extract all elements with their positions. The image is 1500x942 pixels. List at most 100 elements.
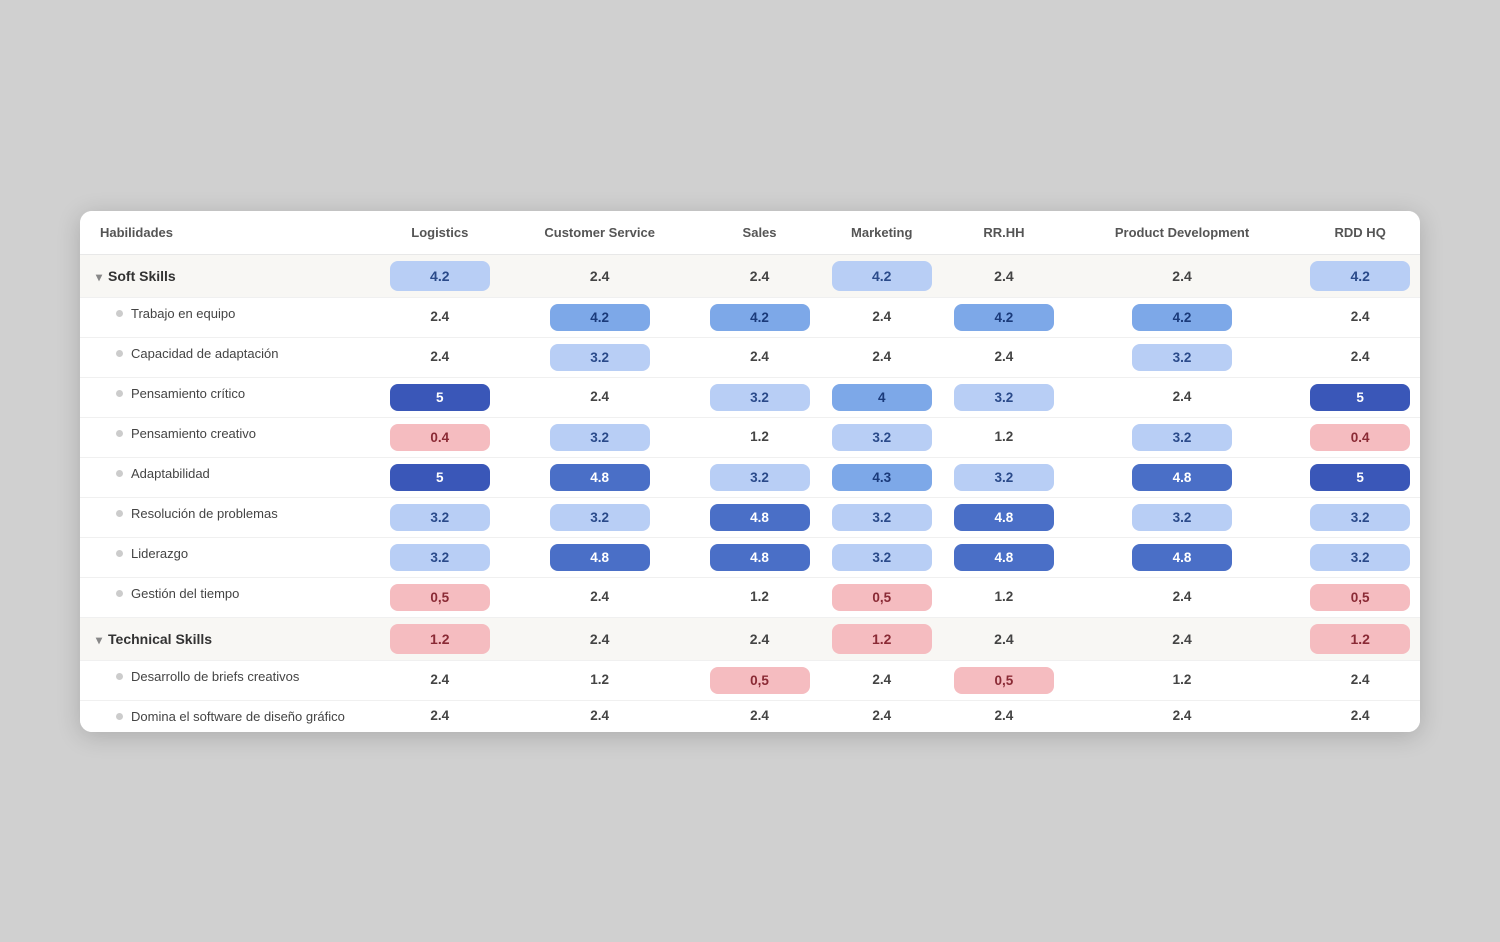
cell-value: 3.2 <box>1064 497 1301 537</box>
cell-value: 2.4 <box>944 700 1064 732</box>
table-row: Pensamiento creativo0.43.21.23.21.23.20.… <box>80 417 1420 457</box>
cell-value: 3.2 <box>819 537 944 577</box>
cell-value: 2.4 <box>944 337 1064 377</box>
bullet-icon <box>116 390 123 397</box>
cell-value: 2.4 <box>380 700 500 732</box>
cell-value: 2.4 <box>1064 700 1301 732</box>
table-row: Capacidad de adaptación2.43.22.42.42.43.… <box>80 337 1420 377</box>
row-label-text: Trabajo en equipo <box>131 306 235 321</box>
cell-value: 1.2 <box>944 577 1064 617</box>
col-customer-service: Customer Service <box>500 211 700 255</box>
cell-value: 2.4 <box>1300 297 1420 337</box>
cell-value: 5 <box>1300 457 1420 497</box>
cell-value: 4.8 <box>944 497 1064 537</box>
bullet-icon <box>116 470 123 477</box>
group-cell: 2.4 <box>944 617 1064 660</box>
group-label: ▾Soft Skills <box>80 254 380 297</box>
cell-value: 2.4 <box>1064 577 1301 617</box>
cell-value: 3.2 <box>1064 337 1301 377</box>
cell-value: 3.2 <box>1064 417 1301 457</box>
cell-value: 2.4 <box>819 700 944 732</box>
cell-value: 1.2 <box>700 577 820 617</box>
row-label-text: Desarrollo de briefs creativos <box>131 669 299 684</box>
group-cell: 2.4 <box>1064 617 1301 660</box>
main-card: Habilidades Logistics Customer Service S… <box>80 211 1420 732</box>
col-product-dev: Product Development <box>1064 211 1301 255</box>
cell-value: 1.2 <box>944 417 1064 457</box>
cell-value: 4.2 <box>944 297 1064 337</box>
cell-value: 3.2 <box>944 457 1064 497</box>
table-row: Resolución de problemas3.23.24.83.24.83.… <box>80 497 1420 537</box>
cell-value: 3.2 <box>380 497 500 537</box>
cell-value: 2.4 <box>819 297 944 337</box>
cell-value: 2.4 <box>500 577 700 617</box>
bullet-icon <box>116 590 123 597</box>
col-marketing: Marketing <box>819 211 944 255</box>
row-label: Capacidad de adaptación <box>80 338 380 369</box>
group-header-row: ▾Soft Skills4.22.42.44.22.42.44.2 <box>80 254 1420 297</box>
cell-value: 3.2 <box>819 497 944 537</box>
cell-value: 1.2 <box>1064 660 1301 700</box>
group-header-row: ▾Technical Skills1.22.42.41.22.42.41.2 <box>80 617 1420 660</box>
cell-value: 3.2 <box>819 417 944 457</box>
row-label-text: Resolución de problemas <box>131 506 278 521</box>
group-cell: 1.2 <box>380 617 500 660</box>
skills-table: Habilidades Logistics Customer Service S… <box>80 211 1420 732</box>
group-cell: 1.2 <box>819 617 944 660</box>
cell-value: 4 <box>819 377 944 417</box>
row-label: Resolución de problemas <box>80 498 380 529</box>
cell-value: 2.4 <box>500 700 700 732</box>
cell-value: 3.2 <box>700 377 820 417</box>
cell-value: 3.2 <box>1300 537 1420 577</box>
chevron-icon: ▾ <box>96 270 102 284</box>
cell-value: 5 <box>1300 377 1420 417</box>
cell-value: 4.8 <box>700 537 820 577</box>
group-cell: 2.4 <box>500 617 700 660</box>
table-row: Liderazgo3.24.84.83.24.84.83.2 <box>80 537 1420 577</box>
cell-value: 4.8 <box>1064 537 1301 577</box>
cell-value: 0,5 <box>819 577 944 617</box>
bullet-icon <box>116 350 123 357</box>
cell-value: 0,5 <box>944 660 1064 700</box>
cell-value: 2.4 <box>1064 377 1301 417</box>
cell-value: 2.4 <box>380 337 500 377</box>
cell-value: 2.4 <box>1300 700 1420 732</box>
cell-value: 3.2 <box>700 457 820 497</box>
cell-value: 1.2 <box>500 660 700 700</box>
row-label-text: Pensamiento crítico <box>131 386 245 401</box>
cell-value: 5 <box>380 457 500 497</box>
row-label-text: Adaptabilidad <box>131 466 210 481</box>
cell-value: 4.8 <box>500 457 700 497</box>
cell-value: 4.2 <box>700 297 820 337</box>
group-cell: 2.4 <box>944 254 1064 297</box>
row-label-text: Liderazgo <box>131 546 188 561</box>
table-row: Desarrollo de briefs creativos2.41.20,52… <box>80 660 1420 700</box>
bullet-icon <box>116 550 123 557</box>
col-habilidades: Habilidades <box>80 211 380 255</box>
cell-value: 4.3 <box>819 457 944 497</box>
cell-value: 0,5 <box>380 577 500 617</box>
cell-value: 0,5 <box>700 660 820 700</box>
row-label: Domina el software de diseño gráfico <box>80 701 380 732</box>
group-cell: 4.2 <box>380 254 500 297</box>
cell-value: 2.4 <box>380 660 500 700</box>
group-cell: 2.4 <box>1064 254 1301 297</box>
group-cell: 4.2 <box>819 254 944 297</box>
cell-value: 3.2 <box>380 537 500 577</box>
row-label: Adaptabilidad <box>80 458 380 489</box>
group-cell: 2.4 <box>500 254 700 297</box>
cell-value: 1.2 <box>700 417 820 457</box>
chevron-icon: ▾ <box>96 633 102 647</box>
cell-value: 0,5 <box>1300 577 1420 617</box>
table-row: Trabajo en equipo2.44.24.22.44.24.22.4 <box>80 297 1420 337</box>
table-row: Domina el software de diseño gráfico2.42… <box>80 700 1420 732</box>
cell-value: 4.8 <box>500 537 700 577</box>
row-label: Pensamiento crítico <box>80 378 380 409</box>
cell-value: 2.4 <box>700 337 820 377</box>
cell-value: 4.8 <box>1064 457 1301 497</box>
row-label: Pensamiento creativo <box>80 418 380 449</box>
cell-value: 2.4 <box>1300 660 1420 700</box>
table-row: Gestión del tiempo0,52.41.20,51.22.40,5 <box>80 577 1420 617</box>
row-label-text: Pensamiento creativo <box>131 426 256 441</box>
row-label: Desarrollo de briefs creativos <box>80 661 380 692</box>
